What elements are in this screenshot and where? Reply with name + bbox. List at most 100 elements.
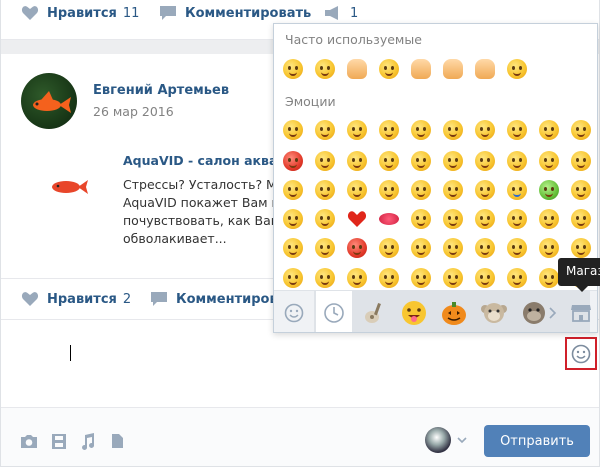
tab-sticker-pack-1[interactable] xyxy=(356,291,392,332)
heart-icon xyxy=(21,6,39,20)
emoji-item[interactable] xyxy=(539,151,559,171)
emoji-item[interactable] xyxy=(379,268,399,288)
comment-icon xyxy=(160,6,176,20)
like-button-top[interactable]: Нравится 11 xyxy=(21,5,139,21)
emoji-item[interactable] xyxy=(347,238,367,258)
emoji-item[interactable] xyxy=(411,209,431,229)
emoji-item[interactable] xyxy=(283,268,303,288)
post-date[interactable]: 26 мар 2016 xyxy=(93,104,174,119)
comment-button-top[interactable]: Комментировать xyxy=(159,5,311,21)
emoji-frequent-item[interactable] xyxy=(507,59,527,79)
emoji-item[interactable] xyxy=(507,120,527,140)
emoji-item[interactable] xyxy=(347,268,367,288)
emoji-frequent-item[interactable] xyxy=(379,59,399,79)
emoji-item[interactable] xyxy=(443,120,463,140)
emoji-item[interactable] xyxy=(539,238,559,258)
emoji-item[interactable] xyxy=(411,268,431,288)
emoji-item[interactable] xyxy=(315,151,335,171)
send-button[interactable]: Отправить xyxy=(484,425,590,457)
emoji-item[interactable] xyxy=(315,238,335,258)
emoji-item[interactable] xyxy=(539,209,559,229)
emoji-item[interactable] xyxy=(475,268,495,288)
emoji-frequent-item[interactable] xyxy=(347,59,367,79)
emoji-item[interactable] xyxy=(507,180,527,200)
emoji-item[interactable] xyxy=(443,268,463,288)
music-icon[interactable] xyxy=(81,433,95,450)
like-label: Нравится xyxy=(47,5,117,21)
emoji-item[interactable] xyxy=(411,120,431,140)
tab-sticker-pack-3[interactable] xyxy=(436,291,472,332)
emoji-item[interactable] xyxy=(411,151,431,171)
tab-emoji[interactable] xyxy=(276,291,312,332)
tab-recent[interactable] xyxy=(316,291,352,332)
emoji-item[interactable] xyxy=(443,238,463,258)
comment-input[interactable] xyxy=(1,321,561,406)
emoji-heart[interactable] xyxy=(347,209,367,229)
tab-sticker-pack-4[interactable] xyxy=(476,291,512,332)
emoji-item[interactable] xyxy=(571,120,591,140)
emoji-item[interactable] xyxy=(283,151,303,171)
tab-store[interactable] xyxy=(563,291,597,332)
share-button-top[interactable]: 1 xyxy=(324,5,358,21)
emoji-item[interactable] xyxy=(475,180,495,200)
emoji-item[interactable] xyxy=(571,151,591,171)
tabs-scroll-right[interactable] xyxy=(544,291,562,332)
emoji-item[interactable] xyxy=(571,238,591,258)
emoji-item[interactable] xyxy=(315,209,335,229)
document-icon[interactable] xyxy=(111,433,124,449)
emoji-item[interactable] xyxy=(315,120,335,140)
author-name[interactable]: Евгений Артемьев xyxy=(93,83,229,98)
emoji-item[interactable] xyxy=(475,238,495,258)
emoji-item[interactable] xyxy=(283,238,303,258)
emoji-frequent-item[interactable] xyxy=(283,59,303,79)
emoji-item[interactable] xyxy=(283,120,303,140)
emoji-item[interactable] xyxy=(347,151,367,171)
emoji-frequent-item[interactable] xyxy=(475,59,495,79)
emoji-item[interactable] xyxy=(411,238,431,258)
emoji-item[interactable] xyxy=(443,209,463,229)
emoji-item[interactable] xyxy=(379,151,399,171)
emoji-item[interactable] xyxy=(315,180,335,200)
store-tooltip: Магазин xyxy=(558,258,600,286)
emoji-item[interactable] xyxy=(475,209,495,229)
emoji-item[interactable] xyxy=(283,180,303,200)
emoji-item[interactable] xyxy=(411,180,431,200)
post-as-avatar[interactable] xyxy=(425,427,451,453)
emoji-item[interactable] xyxy=(507,238,527,258)
emoji-item[interactable] xyxy=(571,209,591,229)
emoji-item[interactable] xyxy=(347,180,367,200)
emoji-frequent-item[interactable] xyxy=(315,59,335,79)
emoji-scroll-area[interactable]: Часто используемые Эмоции xyxy=(274,24,597,289)
tab-sticker-pack-2[interactable] xyxy=(396,291,432,332)
emoji-item[interactable] xyxy=(475,151,495,171)
emoji-item[interactable] xyxy=(315,268,335,288)
video-icon[interactable] xyxy=(51,433,67,450)
emoji-item[interactable] xyxy=(571,180,591,200)
like-button[interactable]: Нравится 2 xyxy=(21,291,131,307)
author-avatar[interactable] xyxy=(21,73,77,129)
emoji-item[interactable] xyxy=(443,180,463,200)
emoji-frequent-item[interactable] xyxy=(443,59,463,79)
section-emotions-title: Эмоции xyxy=(285,94,336,109)
emoji-item[interactable] xyxy=(283,209,303,229)
emoji-item[interactable] xyxy=(475,120,495,140)
emoji-item[interactable] xyxy=(539,120,559,140)
emoji-item[interactable] xyxy=(379,238,399,258)
emoji-button[interactable] xyxy=(565,337,597,370)
emoji-item[interactable] xyxy=(379,180,399,200)
emoji-item[interactable] xyxy=(379,213,399,225)
emoji-item[interactable] xyxy=(379,120,399,140)
link-thumbnail-fish[interactable] xyxy=(48,175,90,203)
link-title[interactable]: AquaVID - салон аквар xyxy=(123,153,286,168)
emoji-item[interactable] xyxy=(539,180,559,200)
emoji-item[interactable] xyxy=(443,151,463,171)
emoji-item[interactable] xyxy=(507,209,527,229)
camera-icon[interactable] xyxy=(20,434,38,449)
emoji-item[interactable] xyxy=(347,120,367,140)
chevron-down-icon[interactable] xyxy=(457,437,467,444)
emoji-item[interactable] xyxy=(507,151,527,171)
emoji-frequent-item[interactable] xyxy=(411,59,431,79)
emoji-item[interactable] xyxy=(507,268,527,288)
emoji-item[interactable] xyxy=(539,268,559,288)
link-text-line: обволакивает... xyxy=(123,231,227,246)
